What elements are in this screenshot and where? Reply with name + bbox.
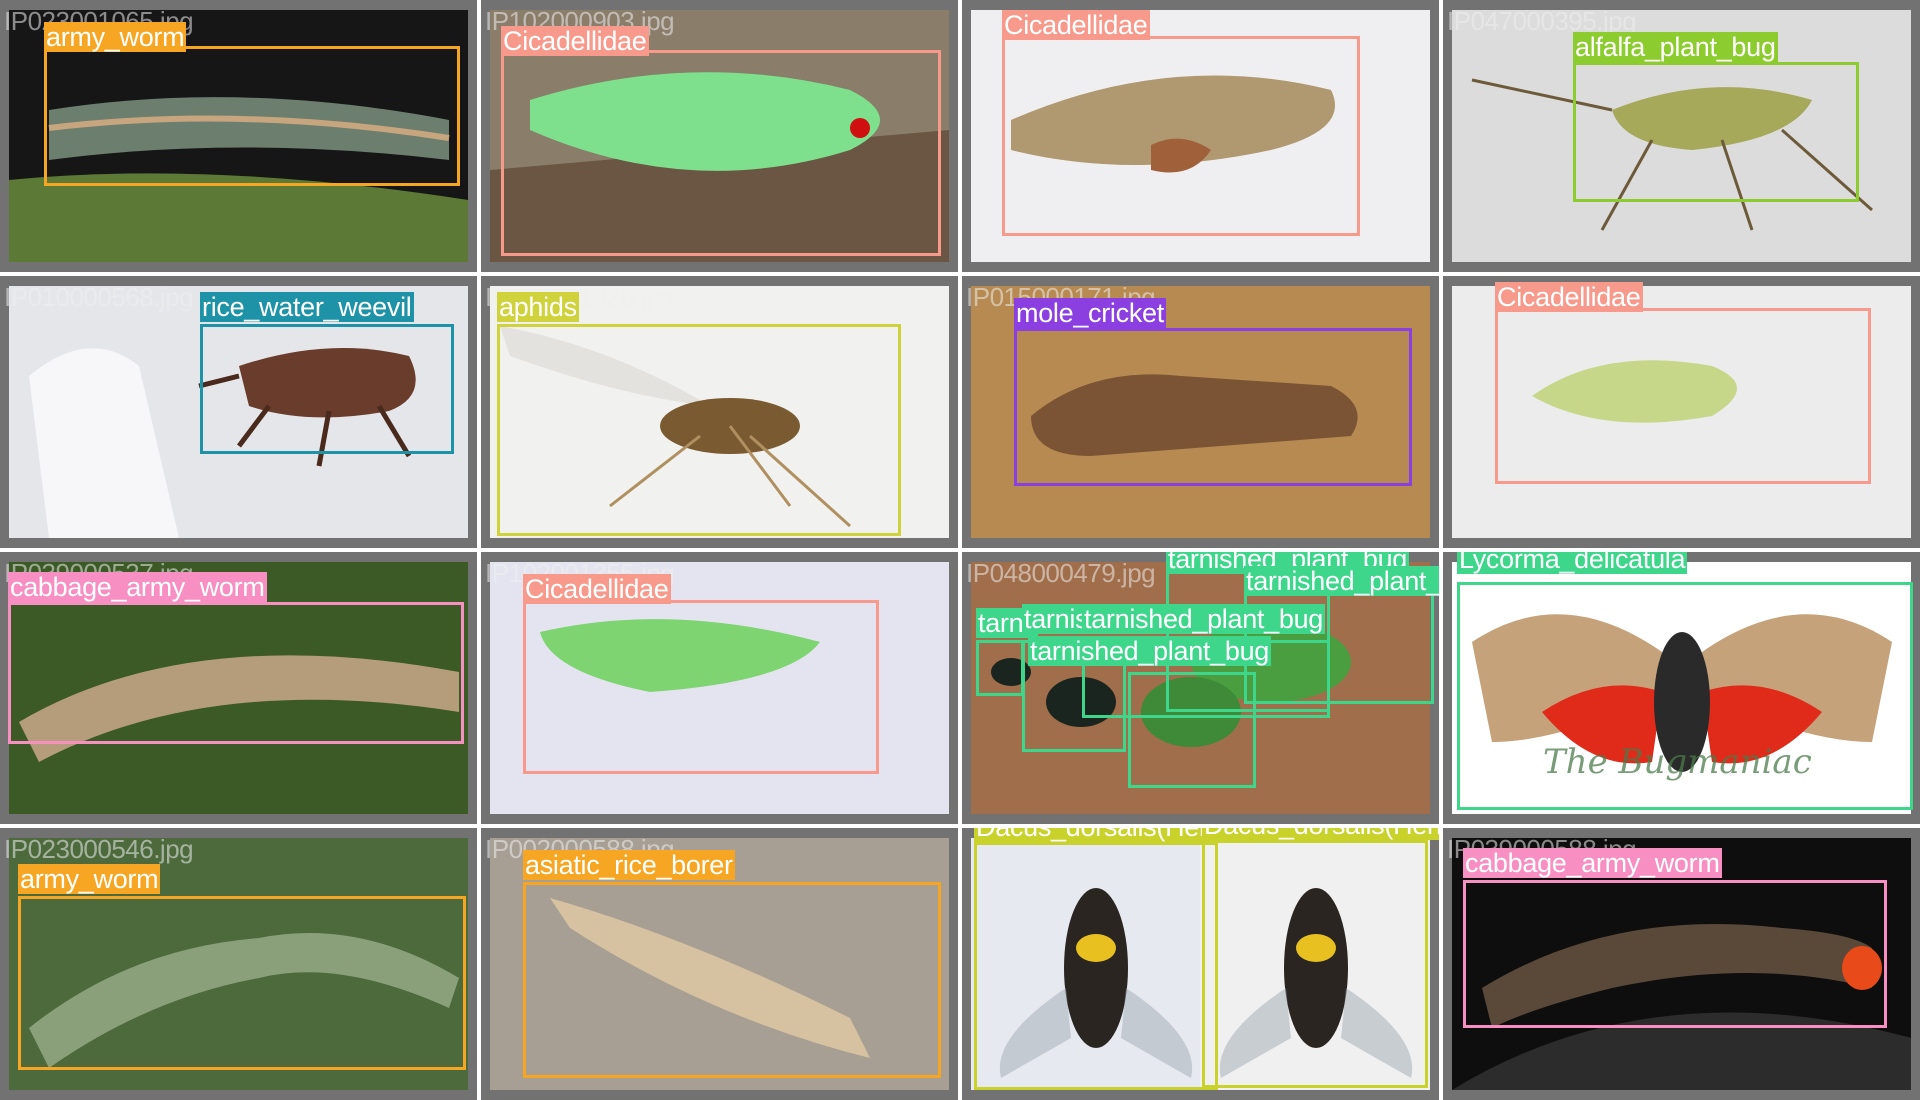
label-cicadellidae: Cicadellidae (1495, 282, 1643, 312)
bbox-cicadellidae (501, 50, 941, 256)
tile-army-worm-1: IP023001065.jpg army_worm (0, 0, 477, 272)
image-filename: IP010000568.jpg (4, 282, 194, 312)
label-mole-cricket: mole_cricket (1014, 298, 1166, 328)
bbox-tarnished-plant-bug-3 (976, 640, 1024, 696)
bbox-lycorma-delicatula (1457, 582, 1913, 810)
tile-cicadellidae-3: Cicadellidae (1443, 276, 1920, 548)
bbox-cicadellidae (523, 600, 879, 774)
detection-mosaic: IP023001065.jpg army_worm IP102000903.jp… (0, 0, 1920, 1100)
bbox-cicadellidae (1002, 36, 1360, 236)
bbox-dacus-dorsalis-2 (1202, 840, 1428, 1088)
bbox-army-worm (44, 46, 460, 186)
bbox-mole-cricket (1014, 328, 1412, 486)
label-army-worm: army_worm (18, 864, 161, 894)
label-cabbage-army-worm: cabbage_army_worm (1463, 848, 1722, 878)
bbox-asiatic-rice-borer (523, 882, 941, 1078)
label-cicadellidae: Cicadellidae (1002, 10, 1150, 40)
label-dacus-dorsalis-1: Dacus_dorsalis(Hendel) (974, 828, 1204, 842)
tile-tarnished-plant-bug: IP048000479.jpg tarnished_plant_bug tarn… (962, 552, 1439, 824)
label-tarnished-plant-bug-4: tarnished_plant_bug (1022, 604, 1088, 634)
label-army-worm: army_worm (44, 22, 187, 52)
tile-alfalfa-plant-bug: IP047000395.jpg alfalfa_plant_bug (1443, 0, 1920, 272)
tile-cabbage-army-worm-1: IP039000537.jpg cabbage_army_worm (0, 552, 477, 824)
bbox-army-worm (18, 896, 466, 1070)
label-aphids: aphids (497, 292, 579, 322)
image-filename: IP023000546.jpg (4, 834, 194, 864)
tile-lycorma-delicatula: The Bugmaniac Lycorma_delicatula (1443, 552, 1920, 824)
bbox-cabbage-army-worm (8, 602, 464, 744)
label-cicadellidae: Cicadellidae (501, 26, 649, 56)
tile-mole-cricket: IP015000171.jpg mole_cricket (962, 276, 1439, 548)
tile-rice-water-weevil: IP010000568.jpg rice_water_weevil (0, 276, 477, 548)
label-cicadellidae: Cicadellidae (523, 574, 671, 604)
tile-cicadellidae-2: Cicadellidae (962, 0, 1439, 272)
bbox-dacus-dorsalis-1 (974, 842, 1218, 1090)
label-alfalfa-plant-bug: alfalfa_plant_bug (1573, 32, 1778, 62)
tile-cicadellidae-1: IP102000903.jpg Cicadellidae (481, 0, 958, 272)
bbox-alfalfa-plant-bug (1573, 62, 1859, 202)
image-filename: IP048000479.jpg (966, 558, 1156, 588)
label-asiatic-rice-borer: asiatic_rice_borer (523, 850, 735, 880)
label-dacus-dorsalis-2: Dacus_dorsalis(Hendel) (1202, 828, 1439, 840)
tile-asiatic-rice-borer: IP002000588.jpg asiatic_rice_borer (481, 828, 958, 1100)
label-tarnished-plant-bug-6: tarnished_plant_bug (1028, 636, 1272, 666)
bbox-cicadellidae (1495, 308, 1871, 484)
tile-cicadellidae-4: IP102001355.jpg Cicadellidae (481, 552, 958, 824)
tile-dacus-dorsalis: Dacus_dorsalis(Hendel) Dacus_dorsalis(He… (962, 828, 1439, 1100)
bbox-cabbage-army-worm (1463, 880, 1887, 1028)
label-tarnished-plant-bug-2: tarnished_plant_bug (1244, 566, 1439, 596)
tile-army-worm-2: IP023000546.jpg army_worm (0, 828, 477, 1100)
label-cabbage-army-worm: cabbage_army_worm (8, 572, 267, 602)
tile-aphids: IP021001926.jpg aphids (481, 276, 958, 548)
label-rice-water-weevil: rice_water_weevil (200, 292, 414, 322)
label-tarnished-plant-bug-5: tarnished_plant_bug (1082, 604, 1326, 634)
bbox-rice-water-weevil (200, 324, 454, 454)
tile-cabbage-army-worm-2: IP039000588.jpg cabbage_army_worm (1443, 828, 1920, 1100)
label-lycorma-delicatula: Lycorma_delicatula (1457, 552, 1688, 574)
bbox-tarnished-plant-bug-6 (1128, 672, 1256, 788)
bbox-aphids (497, 324, 901, 536)
